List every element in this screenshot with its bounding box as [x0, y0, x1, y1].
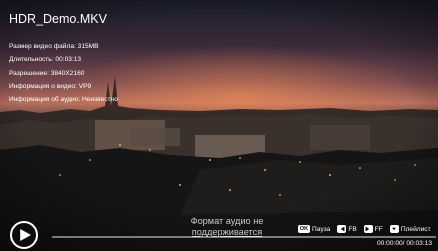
playback-time: 00:00:00/ 00:03:13: [377, 240, 432, 247]
audio-unsupported-message: Формат аудио не поддерживается: [182, 216, 272, 238]
ok-key: OK: [298, 225, 310, 233]
fast-forward-icon: [363, 225, 373, 233]
pause-label: Пауза: [312, 225, 331, 233]
progress-bar[interactable]: [52, 236, 436, 238]
message-line-1: Формат аудио не: [190, 216, 264, 226]
resolution-info: Разрешение: 3840X2160: [9, 69, 85, 77]
forward-control[interactable]: FF: [363, 225, 383, 233]
playlist-control[interactable]: Плейлист: [389, 225, 431, 233]
file-title: HDR_Demo.MKV: [9, 12, 107, 26]
vignette-overlay: [0, 0, 438, 251]
play-icon: [20, 229, 31, 241]
forward-label: FF: [374, 225, 383, 233]
remote-controls-hint: OK Пауза FB FF Плейлист: [298, 225, 438, 233]
duration-info: Длительность: 00:03:13: [9, 56, 82, 64]
file-info-panel: Размер видео файла: 315MB Длительность: …: [9, 40, 118, 106]
file-size-info: Размер видео файла: 315MB: [9, 43, 99, 50]
video-codec-info: Информация о видео: VP9: [9, 82, 92, 90]
pause-control[interactable]: OK Пауза: [298, 225, 330, 233]
rewind-label: FB: [348, 225, 357, 233]
playlist-label: Плейлист: [400, 225, 431, 233]
audio-codec-info: Информация об аудио: Неизвестно: [9, 96, 118, 104]
playlist-icon: [389, 225, 399, 233]
video-frame: HDR_Demo.MKV Размер видео файла: 315MB Д…: [0, 0, 438, 251]
play-button[interactable]: [10, 221, 38, 249]
rewind-control[interactable]: FB: [337, 225, 357, 233]
rewind-icon: [337, 225, 347, 233]
